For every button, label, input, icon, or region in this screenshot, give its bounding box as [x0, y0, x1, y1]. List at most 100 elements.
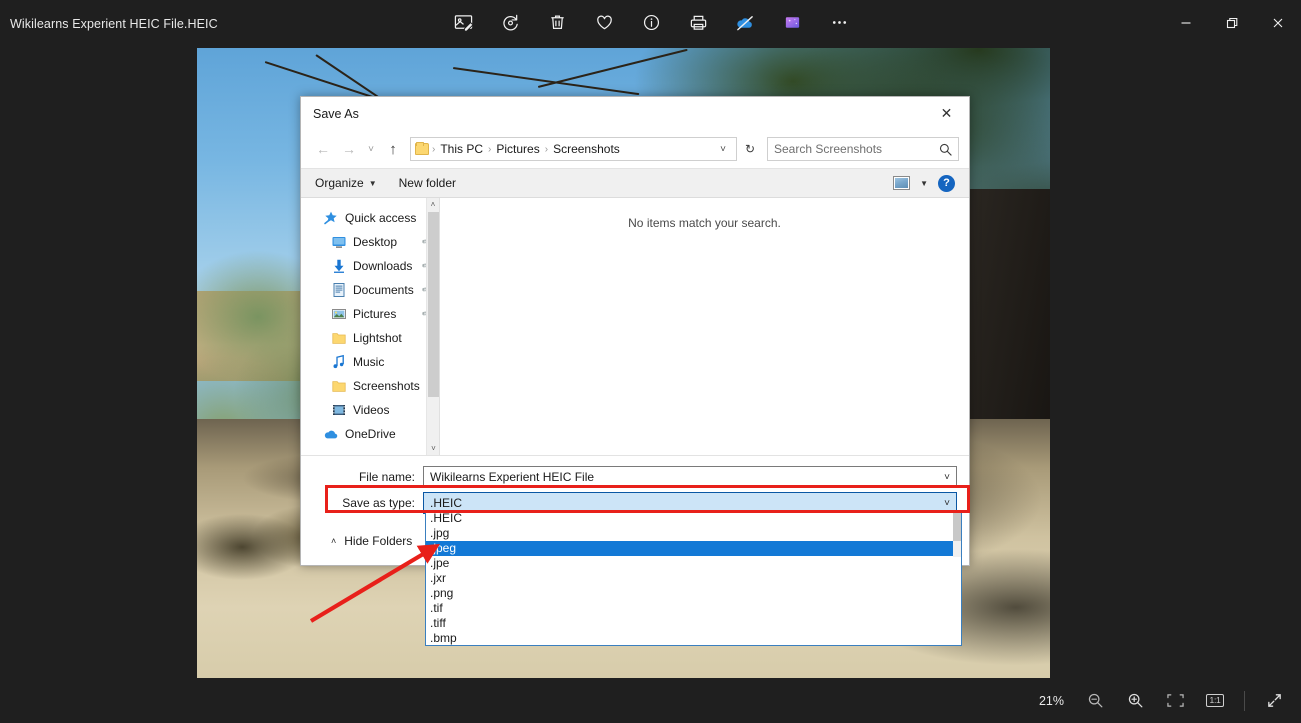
- actual-size-button[interactable]: 1:1: [1196, 684, 1234, 718]
- navigation-pane: Quick access Desktop ✐ Downloads ✐ Docum…: [301, 198, 439, 455]
- sidebar-item-downloads[interactable]: Downloads ✐: [301, 254, 439, 278]
- sidebar-item-label: Documents: [353, 283, 414, 297]
- scrollbar-thumb[interactable]: [428, 212, 439, 397]
- file-name-row: File name: Wikilearns Experient HEIC Fil…: [313, 466, 957, 488]
- print-icon[interactable]: [683, 7, 713, 37]
- videos-icon: [331, 402, 347, 418]
- sidebar-item-label: Lightshot: [353, 331, 402, 345]
- onedrive-off-icon[interactable]: [730, 7, 760, 37]
- organize-label: Organize: [315, 176, 364, 190]
- chevron-down-icon[interactable]: ˅: [944, 498, 950, 509]
- scroll-down-button[interactable]: ˅: [427, 442, 439, 455]
- dropdown-scrollbar[interactable]: [953, 511, 961, 557]
- sidebar-item-label: Quick access: [345, 211, 417, 225]
- sidebar-item-label: Screenshots: [353, 379, 420, 393]
- sidebar-item-label: Videos: [353, 403, 390, 417]
- file-list[interactable]: No items match your search.: [440, 198, 969, 455]
- favorite-heart-icon[interactable]: [589, 7, 619, 37]
- dropdown-option-jxr[interactable]: .jxr: [426, 571, 961, 586]
- up-one-level-button[interactable]: ↑: [381, 137, 405, 161]
- page-title: Wikilearns Experient HEIC File.HEIC: [10, 17, 218, 31]
- command-bar-right: ▼ ?: [893, 174, 955, 192]
- restore-button[interactable]: [1209, 0, 1255, 45]
- recent-locations-button[interactable]: ˅: [363, 137, 379, 161]
- dropdown-option-bmp[interactable]: .bmp: [426, 631, 961, 645]
- dialog-close-button[interactable]: ✕: [924, 97, 969, 130]
- sidebar-item-label: Downloads: [353, 259, 413, 273]
- dropdown-option-jpe[interactable]: .jpe: [426, 556, 961, 571]
- breadcrumb-item-screenshots[interactable]: Screenshots: [549, 142, 624, 156]
- dropdown-option-tif[interactable]: .tif: [426, 601, 961, 616]
- forward-button[interactable]: →: [337, 137, 361, 161]
- search-icon: [939, 143, 952, 156]
- downloads-icon: [331, 258, 347, 274]
- sidebar-item-documents[interactable]: Documents ✐: [301, 278, 439, 302]
- refresh-button[interactable]: ↻: [739, 137, 761, 161]
- dropdown-option-heic[interactable]: .HEIC: [426, 511, 961, 526]
- chevron-down-icon[interactable]: ▼: [920, 179, 928, 188]
- scroll-up-button[interactable]: ˄: [427, 198, 439, 211]
- chevron-up-icon: ˄: [331, 536, 337, 546]
- organize-button[interactable]: Organize ▼: [315, 176, 377, 190]
- sidebar-item-quick-access[interactable]: Quick access: [301, 206, 439, 230]
- onedrive-cloud-icon: [323, 426, 339, 442]
- dropdown-option-jpeg[interactable]: .jpeg: [426, 541, 961, 556]
- address-bar: ← → ˅ ↑ › This PC › Pictures › Screensho…: [301, 130, 969, 168]
- more-options-icon[interactable]: [824, 7, 854, 37]
- photos-toolbar: [448, 5, 854, 39]
- command-bar: Organize ▼ New folder ▼ ?: [301, 168, 969, 198]
- save-as-type-value: .HEIC: [430, 496, 463, 510]
- search-input[interactable]: Search Screenshots: [767, 137, 959, 161]
- help-icon[interactable]: ?: [938, 174, 955, 192]
- new-folder-button[interactable]: New folder: [399, 176, 456, 190]
- desktop-icon: [331, 234, 347, 250]
- sidebar-item-desktop[interactable]: Desktop ✐: [301, 230, 439, 254]
- zoom-out-button[interactable]: [1076, 684, 1114, 718]
- dropdown-option-tiff[interactable]: .tiff: [426, 616, 961, 631]
- status-bar-divider: [1244, 690, 1245, 711]
- hide-folders-label: Hide Folders: [344, 534, 413, 548]
- sidebar-item-music[interactable]: Music: [301, 350, 439, 374]
- back-button[interactable]: ←: [311, 137, 335, 161]
- info-icon[interactable]: [636, 7, 666, 37]
- dialog-title: Save As: [313, 106, 359, 121]
- save-as-type-dropdown-list[interactable]: .HEIC .jpg .jpeg .jpe .jxr .png .tif .ti…: [425, 510, 962, 646]
- sidebar-item-screenshots[interactable]: Screenshots: [301, 374, 439, 398]
- folder-icon: [331, 330, 347, 346]
- chevron-down-icon[interactable]: ˅: [714, 144, 732, 155]
- zoom-in-button[interactable]: [1116, 684, 1154, 718]
- sidebar-item-label: OneDrive: [345, 427, 396, 441]
- sidebar-item-pictures[interactable]: Pictures ✐: [301, 302, 439, 326]
- dropdown-option-jpg[interactable]: .jpg: [426, 526, 961, 541]
- sidebar-item-videos[interactable]: Videos: [301, 398, 439, 422]
- breadcrumb-item-this-pc[interactable]: This PC: [436, 142, 487, 156]
- delete-icon[interactable]: [542, 7, 572, 37]
- scrollbar-thumb[interactable]: [953, 511, 961, 541]
- fit-to-window-button[interactable]: [1156, 684, 1194, 718]
- breadcrumb-item-pictures[interactable]: Pictures: [492, 142, 543, 156]
- save-as-type-label: Save as type:: [342, 496, 415, 510]
- designer-icon[interactable]: [777, 7, 807, 37]
- rotate-icon[interactable]: [495, 7, 525, 37]
- window-controls: [1163, 0, 1301, 45]
- chevron-down-icon[interactable]: ˅: [944, 472, 950, 483]
- save-as-dialog: Save As ✕ ← → ˅ ↑ › This PC › Pictures ›…: [300, 96, 970, 566]
- close-button[interactable]: [1255, 0, 1301, 45]
- navigation-pane-scrollbar[interactable]: ˄ ˅: [426, 198, 439, 455]
- sidebar-item-label: Desktop: [353, 235, 398, 249]
- chevron-down-icon: ▼: [368, 178, 377, 188]
- edit-image-icon[interactable]: [448, 7, 478, 37]
- documents-icon: [331, 282, 347, 298]
- app-title-bar: Wikilearns Experient HEIC File.HEIC: [0, 0, 1301, 45]
- breadcrumb[interactable]: › This PC › Pictures › Screenshots ˅: [410, 137, 737, 161]
- dropdown-option-png[interactable]: .png: [426, 586, 961, 601]
- minimize-button[interactable]: [1163, 0, 1209, 45]
- sidebar-item-lightshot[interactable]: Lightshot: [301, 326, 439, 350]
- zoom-level-label: 21%: [1038, 693, 1064, 708]
- sidebar-item-onedrive[interactable]: OneDrive: [301, 422, 439, 446]
- fullscreen-button[interactable]: [1255, 684, 1293, 718]
- status-bar: 21% 1:1: [0, 678, 1301, 723]
- file-name-label: File name:: [358, 470, 415, 484]
- change-view-icon[interactable]: [893, 176, 911, 190]
- file-name-input[interactable]: Wikilearns Experient HEIC File ˅: [423, 466, 957, 488]
